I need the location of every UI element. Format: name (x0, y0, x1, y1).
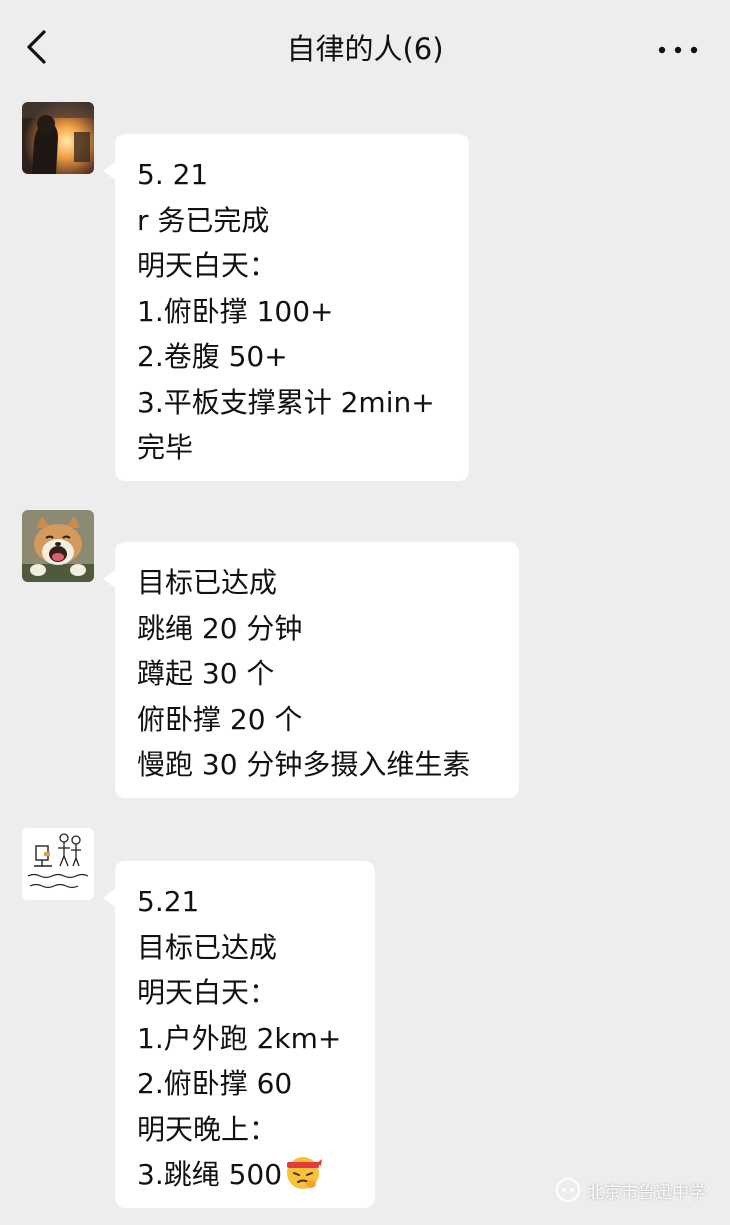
message-line: 3.跳绳 500 (137, 1152, 353, 1204)
message-line: 完毕 (137, 431, 194, 464)
message-line: 目标已达成 (137, 930, 278, 964)
watermark: 北京市鲁迅中学 (555, 1177, 706, 1203)
avatar-shiba-dog[interactable] (22, 510, 94, 582)
message-line: 2.卷腹 50+ (137, 340, 288, 373)
message-line-text: 3.跳绳 500 (137, 1158, 283, 1191)
message-line: 明天白天： (137, 976, 278, 1009)
message-line: 俯卧撑 20 个 (137, 702, 303, 736)
message-line: 5.21 (137, 885, 200, 918)
message-line: 明天晚上： (137, 1112, 278, 1146)
message-line: 蹲起 30 个 (137, 657, 275, 690)
chat-header: 自律的人(6) (0, 0, 730, 98)
message-line: 慢跑 30 分钟多摄入维生素 (137, 748, 471, 781)
chat-title: 自律的人(6) (286, 32, 444, 66)
message-line: 2.俯卧撑 60 (137, 1067, 293, 1100)
message-line: 1.俯卧撑 100+ (137, 294, 334, 328)
message-bubble[interactable]: 5. 21 r 务已完成 明天白天： 1.俯卧撑 100+ 2.卷腹 50+ 3… (103, 134, 469, 481)
wechat-official-icon (556, 1178, 580, 1202)
message-line: 1.户外跑 2km+ (137, 1021, 342, 1055)
determined-face-emoji (284, 1154, 323, 1204)
message-line: 目标已达成 (137, 566, 278, 599)
message-line: 5. 21 (137, 158, 209, 191)
message-line: 明天白天： (137, 249, 278, 282)
watermark-text: 北京市鲁迅中学 (587, 1182, 706, 1203)
more-dots-icon (658, 46, 698, 54)
avatar-sketch-drawing[interactable] (22, 828, 94, 900)
message-line: 跳绳 20 分钟 (137, 611, 303, 645)
avatar-sunset-portrait[interactable] (22, 102, 94, 174)
more-button[interactable] (654, 30, 704, 70)
message-bubble[interactable]: 目标已达成 跳绳 20 分钟 蹲起 30 个 俯卧撑 20 个 慢跑 30 分钟… (103, 542, 519, 798)
message-line: r 务已完成 (137, 203, 270, 237)
message-bubble[interactable]: 5.21 目标已达成 明天白天： 1.户外跑 2km+ 2.俯卧撑 60 明天晚… (103, 861, 375, 1208)
message-line: 3.平板支撑累计 2min+ (137, 385, 435, 419)
